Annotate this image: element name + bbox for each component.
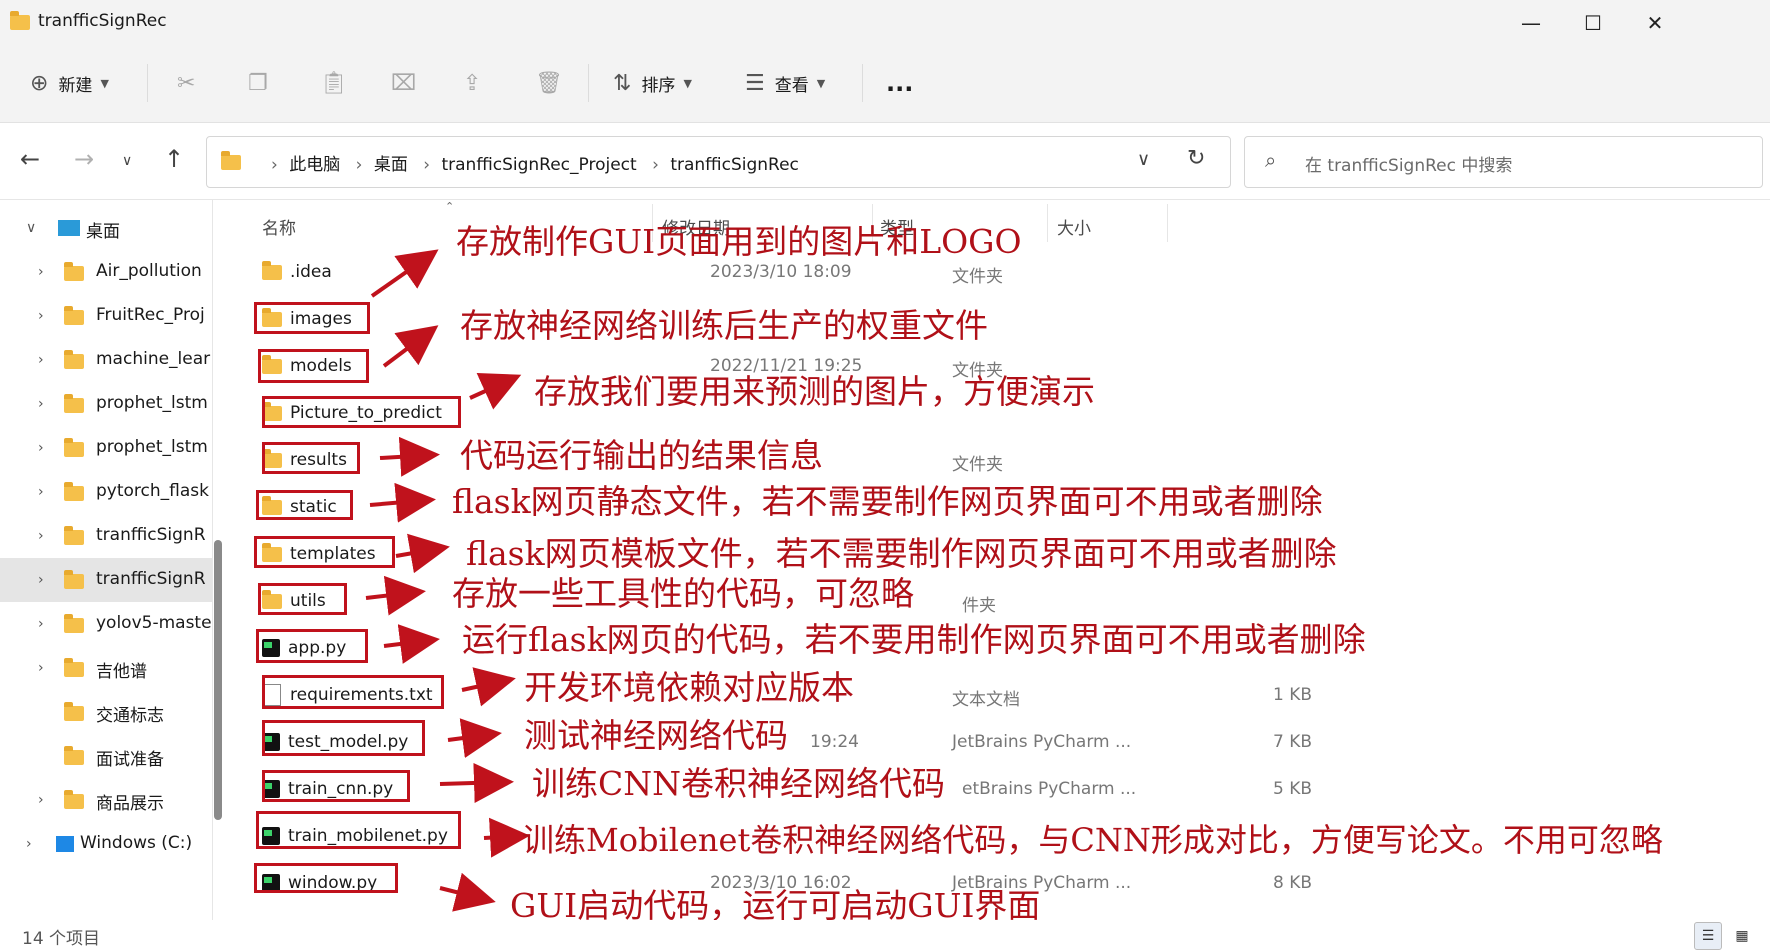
arrow-line bbox=[395, 533, 450, 574]
arrow-line bbox=[439, 872, 496, 912]
arrow-line bbox=[447, 718, 502, 758]
arrow-line bbox=[461, 667, 516, 707]
status-bar: 14 个项目 ☰ ▦ bbox=[0, 920, 1770, 951]
arrow-line bbox=[382, 325, 439, 368]
arrow-line bbox=[439, 762, 514, 803]
arrow-line bbox=[379, 436, 440, 477]
item-count: 14 个项目 bbox=[22, 929, 101, 949]
annotation-text: 存放我们要用来预测的图片，方便演示 bbox=[534, 372, 1095, 411]
annotation-text: 开发环境依赖对应版本 bbox=[524, 668, 854, 707]
annotation-text: 代码运行输出的结果信息 bbox=[460, 436, 823, 475]
annotation-text: 存放神经网络训练后生产的权重文件 bbox=[460, 306, 988, 345]
arrow-line bbox=[383, 624, 440, 664]
annotation-arrows bbox=[365, 249, 530, 912]
annotation-text: 存放一些工具性的代码，可忽略 bbox=[452, 574, 914, 613]
arrow-line bbox=[370, 249, 439, 298]
details-view-icon[interactable]: ☰ bbox=[1694, 922, 1722, 950]
tiles-view-icon[interactable]: ▦ bbox=[1728, 922, 1756, 950]
annotation-text: flask网页模板文件，若不需要制作网页界面可不用或者删除 bbox=[466, 534, 1337, 573]
arrow-line bbox=[483, 817, 530, 858]
annotation-text: 训练Mobilenet卷积神经网络代码，与CNN形成对比，方便写论文。不用可忽略 bbox=[522, 821, 1663, 859]
arrow-line bbox=[365, 575, 426, 616]
arrow-line bbox=[369, 482, 436, 523]
annotation-text: 存放制作GUI页面用到的图片和LOGO bbox=[456, 222, 1022, 261]
annotation-text: 测试神经网络代码 bbox=[524, 716, 788, 755]
annotation-text: flask网页静态文件，若不需要制作网页界面可不用或者删除 bbox=[452, 482, 1323, 521]
annotation-text: 训练CNN卷积神经网络代码 bbox=[532, 764, 945, 803]
arrow-line bbox=[469, 373, 522, 410]
annotation-text: 运行flask网页的代码，若不要用制作网页界面可不用或者删除 bbox=[462, 620, 1366, 659]
